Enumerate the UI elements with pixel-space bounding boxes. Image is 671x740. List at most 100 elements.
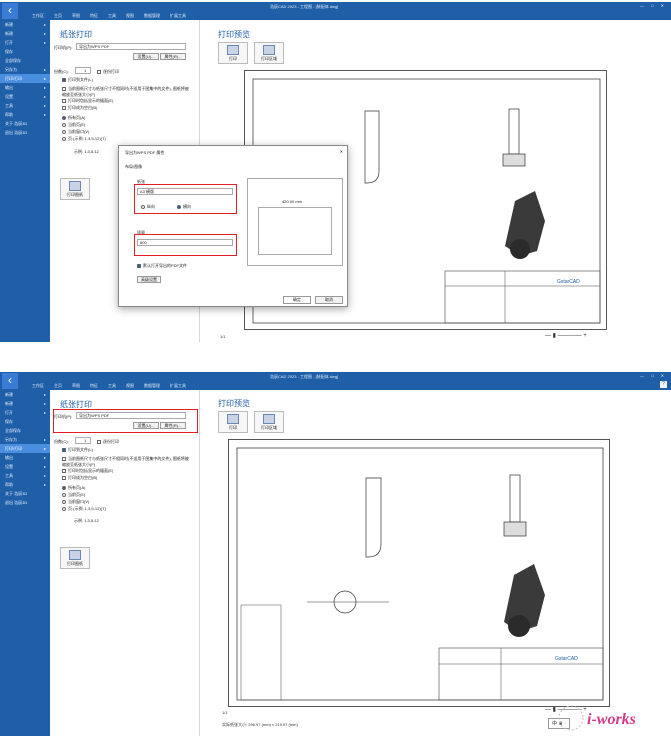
settings-button[interactable]: 设置(U)... [133,53,159,60]
range-radio[interactable]: 页:(示例: 1,3,5-12)(T) [62,506,106,512]
batch-print-button[interactable]: 打印图纸 [60,178,90,200]
print-button[interactable]: 打印 [218,42,248,64]
sidebar-item[interactable]: 新建 ▸ [0,399,50,408]
sidebar-item[interactable]: 新建 ▸ [0,390,50,399]
sidebar-item[interactable]: 帮助 ▸ [0,110,50,119]
batch-print-button[interactable]: 打印图纸 [60,547,90,569]
range-radio[interactable]: 当前窗口(V) [62,499,89,505]
sidebar-item[interactable]: 另存为 ▸ [0,435,50,444]
sidebar-item[interactable]: 设置 ▸ [0,92,50,101]
sidebar-item[interactable]: 设置 ▸ [0,462,50,471]
option-checkbox[interactable]: 当前图纸尺寸与纸张尺寸不相同时(不适用于图集中的文件), 图纸将被缩放至纸张大小… [62,456,192,468]
tab-layout[interactable]: 布局/图像 [125,164,142,170]
ribbon-tab[interactable]: 数据管理 [144,13,160,19]
ribbon-tab[interactable]: 主页 [54,383,62,389]
copies-input[interactable]: 1 [75,67,91,74]
sidebar-item[interactable]: 打开 ▸ [0,38,50,47]
actual-paper-size: 实际纸张大小: 296.97 (mm) x 219.97 (mm) [222,722,298,727]
properties-button[interactable]: 属性(R)... [160,53,186,60]
ribbon-tab[interactable]: 扩展工具 [170,383,186,389]
chevron-right-icon: ▸ [43,76,46,81]
sidebar-item[interactable]: 保存 [0,47,50,56]
back-arrow-icon[interactable]: ‹ [2,373,18,389]
option-checkbox[interactable]: 打印成为空白(B) [62,105,97,111]
sidebar-item[interactable]: 关于 浩辰3D [0,119,50,128]
ribbon-tab[interactable]: 特征 [90,383,98,389]
printer-select[interactable]: 导出为WPS PDF [76,43,186,50]
sidebar-item[interactable]: 新建 ▸ [0,20,50,29]
range-radio[interactable]: 所有页(A) [62,485,85,491]
ribbon-tab[interactable]: 草图 [72,13,80,19]
ribbon-tab[interactable]: 视图 [126,383,134,389]
sidebar-item[interactable]: 输出 ▸ [0,453,50,462]
chevron-right-icon: ▸ [43,482,46,487]
sidebar-item[interactable]: 工具 ▸ [0,471,50,480]
option-checkbox[interactable]: 打印成为空白(B) [62,475,97,481]
width-dimension: 420.00 mm [282,199,303,204]
highlight-box [134,234,237,256]
ribbon-tab[interactable]: 特征 [90,13,98,19]
dialog-title: 导出为WPS PDF 属性 [125,150,165,155]
sidebar-item[interactable]: 全部保存 [0,426,50,435]
sidebar-item[interactable]: 工具 ▸ [0,101,50,110]
ribbon-tab[interactable]: 扩展工具 [170,13,186,19]
sidebar-item[interactable]: 打开 ▸ [0,408,50,417]
pdf-properties-dialog: 导出为WPS PDF 属性 ✕ 布局/图像 纸张 A3 横版 纵向 横向 质量 … [118,145,348,307]
sidebar-item[interactable]: 保存 [0,417,50,426]
range-radio[interactable]: 当前窗口(V) [62,129,89,135]
open-pdf-checkbox[interactable]: 默认打开导出的PDF文件 [137,263,187,269]
print-area-button[interactable]: 打印区域 [254,411,284,433]
option-checkbox[interactable]: 当前图纸尺寸与纸张尺寸不相同时(不适用于图集中的文件), 图纸将被缩放至纸张大小… [62,86,192,98]
sidebar-item[interactable]: 帮助 ▸ [0,480,50,489]
sidebar-item[interactable]: 退出 浩辰3D [0,128,50,137]
chevron-right-icon: ▸ [43,94,46,99]
help-icon[interactable]: ? [660,381,667,388]
ribbon-tab[interactable]: 工作区 [32,383,44,389]
range-radio[interactable]: 所有页(A) [62,115,85,121]
window-controls[interactable]: — □ ✕ [640,373,667,378]
chevron-right-icon: ▸ [43,401,46,406]
printer-icon [227,45,239,55]
collate-checkbox[interactable]: 逐份打印 [97,439,119,445]
ribbon-tab[interactable]: 工作区 [32,13,44,19]
zoom-slider[interactable]: — ▮ ———— + [545,332,587,339]
option-checkbox[interactable]: 打印时包括显示的幅面(E) [62,98,113,104]
svg-text:i-works: i-works [587,711,636,728]
sidebar-item[interactable]: 退出 浩辰3D [0,498,50,507]
back-arrow-icon[interactable]: ‹ [2,3,18,19]
option-checkbox[interactable]: 打印到文件(L) [62,77,93,83]
range-radio[interactable]: 页:(示例: 1,3,5-12)(T) [62,136,106,142]
chevron-right-icon: ▸ [43,473,46,478]
range-radio[interactable]: 当前页(E) [62,122,85,128]
copies-input[interactable]: 1 [75,437,91,444]
print-area-button[interactable]: 打印区域 [254,42,284,64]
sidebar-item[interactable]: 另存为 ▸ [0,65,50,74]
printer-label: 打印机(P): [54,45,73,50]
cancel-button[interactable]: 取消 [315,296,343,304]
window-controls[interactable]: — □ ✕ [640,3,667,8]
ribbon-tab[interactable]: 主页 [54,13,62,19]
page-indicator: 1/1 [222,710,228,715]
advanced-button[interactable]: 高级设置 [137,276,161,283]
ribbon-tab[interactable]: 工具 [108,13,116,19]
sidebar-item[interactable]: 新建 ▸ [0,29,50,38]
sidebar-item[interactable]: 全部保存 [0,56,50,65]
sidebar-item[interactable]: 关于 浩辰3D [0,489,50,498]
ribbon-tab[interactable]: 数据管理 [144,383,160,389]
sidebar-item-print[interactable]: 打印/打印 ▸ [0,444,50,453]
chevron-right-icon: ▸ [43,85,46,90]
print-button[interactable]: 打印 [218,411,248,433]
sidebar-item-print[interactable]: 打印/打印 ▸ [0,74,50,83]
range-radio[interactable]: 当前页(E) [62,492,85,498]
option-checkbox[interactable]: 打印到文件(L) [62,447,93,453]
title-bar: ‹ 工作区 主页 草图 特征 工具 视图 数据管理 扩展工具 浩辰CAD 202… [0,2,671,20]
ribbon-tab[interactable]: 视图 [126,13,134,19]
sidebar-item[interactable]: 输出 ▸ [0,83,50,92]
close-icon[interactable]: ✕ [340,149,343,154]
ribbon-tab[interactable]: 草图 [72,383,80,389]
ribbon-tab[interactable]: 工具 [108,383,116,389]
title-bar: ‹ 工作区 主页 草图 特征 工具 视图 数据管理 扩展工具 浩辰CAD 202… [0,372,671,390]
ok-button[interactable]: 确定 [283,296,311,304]
collate-checkbox[interactable]: 逐份打印 [97,69,119,75]
option-checkbox[interactable]: 打印时包括显示的幅面(E) [62,468,113,474]
